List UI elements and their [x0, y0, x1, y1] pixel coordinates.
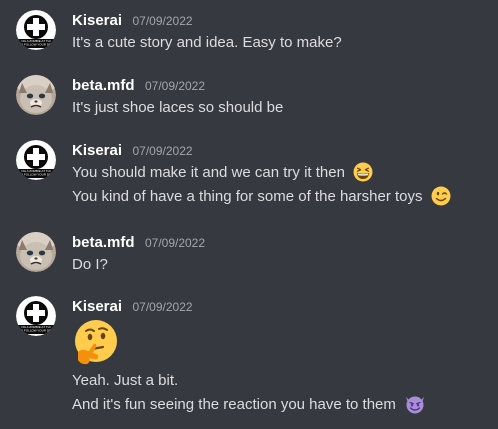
message-text: It's just shoe laces so should be [72, 97, 283, 119]
timestamp: 07/09/2022 [144, 236, 206, 250]
avatar[interactable]: NG A ZOMBIE AT THI D FOLLOW YOUR DR [16, 140, 56, 180]
thinking-face-icon[interactable] [72, 318, 120, 371]
avatar-text-line: NG A ZOMBIE AT THI D FOLLOW YOUR DR [21, 39, 52, 47]
winking-face-icon[interactable] [431, 186, 451, 213]
username[interactable]: Kiserai [72, 298, 122, 315]
timestamp: 07/09/2022 [132, 14, 193, 28]
message-header: Kiserai 07/09/2022 [72, 10, 193, 32]
avatar[interactable]: NG A ZOMBIE AT THI D FOLLOW YOUR DR [16, 10, 56, 50]
message-text: And it's fun seeing the reaction you hav… [72, 394, 426, 421]
message-text: It's a cute story and idea. Easy to make… [72, 32, 342, 54]
message-text-content: You kind of have a thing for some of the… [72, 188, 423, 205]
username[interactable]: beta.mfd [72, 234, 135, 251]
message-text-content: It's just shoe laces so should be [72, 99, 284, 116]
message-text: Do I? [72, 254, 108, 276]
message-header: beta.mfd 07/09/2022 [72, 75, 205, 97]
avatar-text-line: NG A ZOMBIE AT THI D FOLLOW YOUR DR [21, 169, 52, 177]
message-text-content: Yeah. Just a bit. [72, 372, 179, 389]
username[interactable]: Kiserai [72, 12, 122, 29]
username[interactable]: Kiserai [72, 142, 122, 159]
chat-message-list[interactable]: NG A ZOMBIE AT THI D FOLLOW YOUR DR Kiser… [0, 0, 498, 429]
timestamp: 07/09/2022 [132, 144, 193, 158]
message-text-content: You should make it and we can try it the… [72, 164, 345, 181]
timestamp: 07/09/2022 [144, 79, 206, 93]
avatar-text-line: NG A ZOMBIE AT THI D FOLLOW YOUR DR [21, 325, 52, 333]
message-text: You kind of have a thing for some of the… [72, 186, 451, 213]
message-text: Yeah. Just a bit. [72, 370, 178, 392]
message-header: Kiserai 07/09/2022 [72, 140, 193, 162]
message-text-content: Do I? [72, 256, 108, 273]
timestamp: 07/09/2022 [132, 300, 193, 314]
avatar[interactable]: NG A ZOMBIE AT THI D FOLLOW YOUR DR [16, 296, 56, 336]
avatar[interactable] [16, 232, 56, 272]
message-text-content: It's a cute story and idea. Easy to make… [72, 34, 342, 51]
message-text: You should make it and we can try it the… [72, 162, 373, 189]
message-text-content: And it's fun seeing the reaction you hav… [72, 396, 396, 413]
username[interactable]: beta.mfd [72, 77, 135, 94]
grinning-squinting-face-icon[interactable] [353, 162, 373, 189]
smiling-face-with-horns-icon[interactable] [404, 394, 426, 421]
avatar[interactable] [16, 75, 56, 115]
message-header: Kiserai 07/09/2022 [72, 296, 193, 318]
message-header: beta.mfd 07/09/2022 [72, 232, 205, 254]
